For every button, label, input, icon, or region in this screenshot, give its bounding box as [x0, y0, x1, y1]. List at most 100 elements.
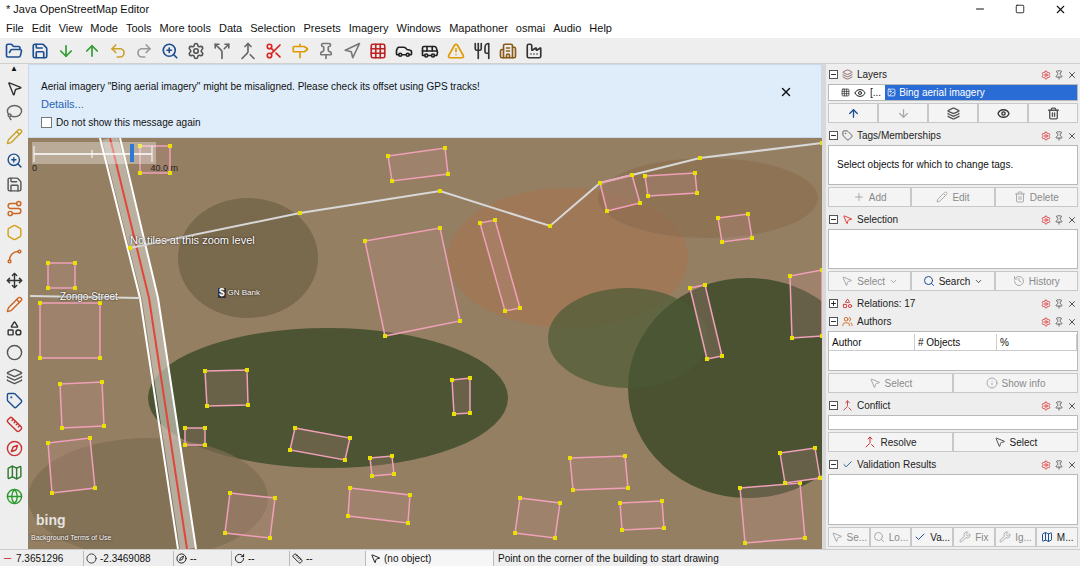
menu-item[interactable]: Mode [86, 20, 122, 37]
settings-icon[interactable] [1041, 401, 1051, 411]
close-button[interactable] [1040, 3, 1080, 16]
close-icon[interactable] [1067, 215, 1077, 225]
panel-button[interactable]: Fix [953, 527, 995, 547]
column-header[interactable]: % [997, 334, 1077, 351]
checkbox-box[interactable] [41, 117, 52, 128]
settings-icon[interactable] [1041, 317, 1051, 327]
panel-header[interactable]: Authors [826, 314, 1080, 329]
toolbar-icon[interactable] [369, 42, 387, 60]
tool-icon[interactable] [6, 416, 23, 433]
toolbar-icon[interactable] [31, 42, 49, 60]
menu-item[interactable]: Mapathoner [445, 20, 512, 37]
panel-button[interactable]: Edit [911, 187, 994, 207]
toolbar-icon[interactable] [109, 42, 127, 60]
panel-button[interactable]: Lo... [870, 527, 912, 547]
panel-button[interactable]: Va... [911, 527, 953, 547]
panel-button[interactable]: M... [1036, 527, 1078, 547]
close-icon[interactable] [1067, 131, 1077, 141]
menu-item[interactable]: Selection [246, 20, 299, 37]
layer-button[interactable] [878, 103, 928, 123]
detach-icon[interactable] [1054, 317, 1064, 327]
menu-item[interactable]: Tools [122, 20, 156, 37]
tool-icon[interactable] [6, 296, 23, 313]
column-header[interactable]: Author [829, 334, 915, 351]
toolbar-icon[interactable] [135, 42, 153, 60]
panel-button[interactable]: Add [828, 187, 911, 207]
panel-button[interactable]: Show info [953, 373, 1078, 393]
settings-icon[interactable] [1041, 131, 1051, 141]
toolbar-icon[interactable] [83, 42, 101, 60]
toolbar-icon[interactable] [499, 42, 517, 60]
panel-button[interactable]: Ig... [995, 527, 1037, 547]
panel-header[interactable]: Tags/Memberships [826, 128, 1080, 143]
tool-icon[interactable] [6, 128, 23, 145]
tool-icon[interactable] [6, 368, 23, 385]
toolbar-icon[interactable] [161, 42, 179, 60]
menu-item[interactable]: View [55, 20, 87, 37]
panel-button[interactable]: Resolve [828, 432, 953, 452]
menu-item[interactable]: Data [215, 20, 246, 37]
detach-icon[interactable] [1054, 215, 1064, 225]
dont-show-checkbox[interactable]: Do not show this message again [41, 115, 480, 130]
panel-header[interactable]: Conflict [826, 398, 1080, 413]
toolbar-icon[interactable] [473, 42, 491, 60]
detach-icon[interactable] [1054, 460, 1064, 470]
toolbar-icon[interactable] [447, 42, 465, 60]
toolbar-icon[interactable] [265, 42, 283, 60]
poi-marker[interactable]: $GN Bank [218, 287, 260, 299]
settings-icon[interactable] [1041, 299, 1051, 309]
toolbar-icon[interactable] [239, 42, 257, 60]
layer-row[interactable]: [...Bing aerial imagery [829, 85, 1077, 100]
menu-item[interactable]: Audio [549, 20, 585, 37]
toolbar-icon[interactable] [395, 42, 413, 60]
tool-icon[interactable] [6, 464, 23, 481]
maximize-button[interactable] [1000, 4, 1040, 14]
panel-toggle[interactable] [829, 317, 838, 326]
menu-item[interactable]: Edit [28, 20, 55, 37]
menu-item[interactable]: Help [585, 20, 616, 37]
tool-icon[interactable] [6, 272, 23, 289]
panel-toggle[interactable] [829, 215, 838, 224]
column-header[interactable]: # Objects [915, 334, 997, 351]
settings-icon[interactable] [1041, 460, 1051, 470]
close-notification-icon[interactable] [779, 85, 793, 99]
menu-item[interactable]: File [2, 20, 28, 37]
menu-item[interactable]: More tools [156, 20, 215, 37]
visibility-icon[interactable] [854, 87, 866, 99]
details-link[interactable]: Details... [41, 96, 480, 113]
toolbar-icon[interactable] [421, 42, 439, 60]
panel-button[interactable]: Select [953, 432, 1078, 452]
settings-icon[interactable] [1041, 215, 1051, 225]
menu-item[interactable]: Presets [299, 20, 344, 37]
panel-toggle[interactable] [829, 70, 838, 79]
menu-item[interactable]: osmai [512, 20, 549, 37]
panel-button[interactable]: Select [828, 271, 911, 291]
panel-header[interactable]: Selection [826, 212, 1080, 227]
scroll-up[interactable]: ▲ [10, 65, 18, 73]
minimize-button[interactable] [960, 3, 1000, 15]
toolbar-icon[interactable] [291, 42, 309, 60]
close-icon[interactable] [1067, 299, 1077, 309]
panel-button[interactable]: Search [911, 271, 994, 291]
map-view[interactable]: 040.0 mNo tiles at this zoom levelZongo … [28, 138, 822, 549]
tool-icon[interactable] [6, 248, 23, 265]
toolbar-icon[interactable] [343, 42, 361, 60]
toolbar-icon[interactable] [5, 42, 23, 60]
panel-header[interactable]: Layers [826, 67, 1080, 82]
tool-icon[interactable] [6, 392, 23, 409]
tool-icon[interactable] [6, 320, 23, 337]
menu-item[interactable]: Imagery [345, 20, 393, 37]
tool-icon[interactable] [6, 224, 23, 241]
tool-icon[interactable] [6, 176, 23, 193]
layer-button[interactable] [928, 103, 978, 123]
panel-header[interactable]: Validation Results [826, 457, 1080, 472]
panel-button[interactable]: Delete [995, 187, 1078, 207]
tool-icon[interactable] [6, 152, 23, 169]
tool-icon[interactable] [6, 488, 23, 505]
toolbar-icon[interactable] [525, 42, 543, 60]
layer-button[interactable] [978, 103, 1028, 123]
detach-icon[interactable] [1054, 131, 1064, 141]
tool-icon[interactable] [6, 440, 23, 457]
toolbar-icon[interactable] [317, 42, 335, 60]
toolbar-icon[interactable] [187, 42, 205, 60]
